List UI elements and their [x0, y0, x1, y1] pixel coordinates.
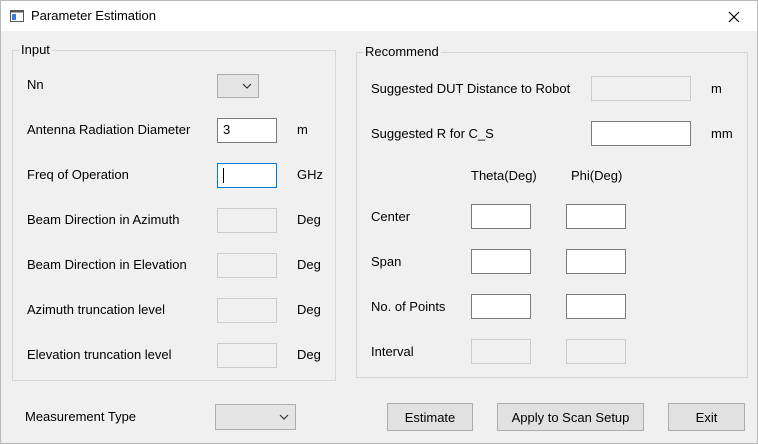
input-group-title: Input [19, 42, 52, 57]
window-icon [10, 10, 24, 22]
exit-button[interactable]: Exit [668, 403, 745, 431]
azimuth-truncation-label: Azimuth truncation level [27, 302, 166, 317]
antenna-diameter-unit: m [297, 122, 308, 137]
phi-column-header: Phi(Deg) [571, 168, 623, 183]
theta-column-header: Theta(Deg) [471, 168, 537, 183]
input-group: Input Nn Antenna Radiation Diameter 3 m … [12, 42, 336, 381]
dialog-body: Input Nn Antenna Radiation Diameter 3 m … [0, 31, 758, 444]
apply-to-scan-setup-button[interactable]: Apply to Scan Setup [497, 403, 644, 431]
estimate-button[interactable]: Estimate [387, 403, 473, 431]
r-for-cs-field[interactable] [591, 121, 691, 146]
close-icon [728, 11, 740, 22]
close-button[interactable] [711, 1, 757, 32]
beam-azimuth-unit: Deg [297, 212, 321, 227]
dut-distance-label: Suggested DUT Distance to Robot [371, 81, 571, 96]
center-theta-field[interactable] [471, 204, 531, 229]
r-for-cs-label: Suggested R for C_S [371, 126, 494, 141]
span-row-label: Span [371, 254, 402, 269]
antenna-diameter-label: Antenna Radiation Diameter [27, 122, 191, 137]
azimuth-truncation-unit: Deg [297, 302, 321, 317]
azimuth-truncation-field[interactable] [217, 298, 277, 323]
measurement-type-dropdown[interactable] [215, 404, 296, 430]
beam-elevation-unit: Deg [297, 257, 321, 272]
elevation-truncation-unit: Deg [297, 347, 321, 362]
freq-unit: GHz [297, 167, 323, 182]
elevation-truncation-field[interactable] [217, 343, 277, 368]
elevation-truncation-label: Elevation truncation level [27, 347, 172, 362]
beam-azimuth-label: Beam Direction in Azimuth [27, 212, 180, 227]
points-row-label: No. of Points [371, 299, 446, 314]
dut-distance-unit: m [711, 81, 722, 96]
antenna-diameter-field[interactable]: 3 [217, 118, 277, 143]
beam-azimuth-field[interactable] [217, 208, 277, 233]
recommend-group-title: Recommend [363, 44, 441, 59]
beam-elevation-field[interactable] [217, 253, 277, 278]
span-theta-field[interactable] [471, 249, 531, 274]
points-theta-field[interactable] [471, 294, 531, 319]
text-caret [223, 168, 224, 183]
title-bar: Parameter Estimation [0, 0, 758, 31]
freq-label: Freq of Operation [27, 167, 129, 182]
chevron-down-icon [242, 83, 252, 89]
beam-elevation-label: Beam Direction in Elevation [27, 257, 187, 272]
center-row-label: Center [371, 209, 411, 224]
window-title: Parameter Estimation [31, 8, 156, 23]
freq-field[interactable] [217, 163, 277, 188]
nn-label: Nn [27, 77, 44, 92]
nn-dropdown[interactable] [217, 74, 259, 98]
recommend-group: Recommend Suggested DUT Distance to Robo… [356, 44, 748, 378]
dut-distance-field[interactable] [591, 76, 691, 101]
interval-row-label: Interval [371, 344, 414, 359]
center-phi-field[interactable] [566, 204, 626, 229]
chevron-down-icon [279, 414, 289, 420]
interval-phi-field[interactable] [566, 339, 626, 364]
span-phi-field[interactable] [566, 249, 626, 274]
interval-theta-field[interactable] [471, 339, 531, 364]
measurement-type-label: Measurement Type [25, 409, 137, 424]
r-for-cs-unit: mm [711, 126, 733, 141]
points-phi-field[interactable] [566, 294, 626, 319]
